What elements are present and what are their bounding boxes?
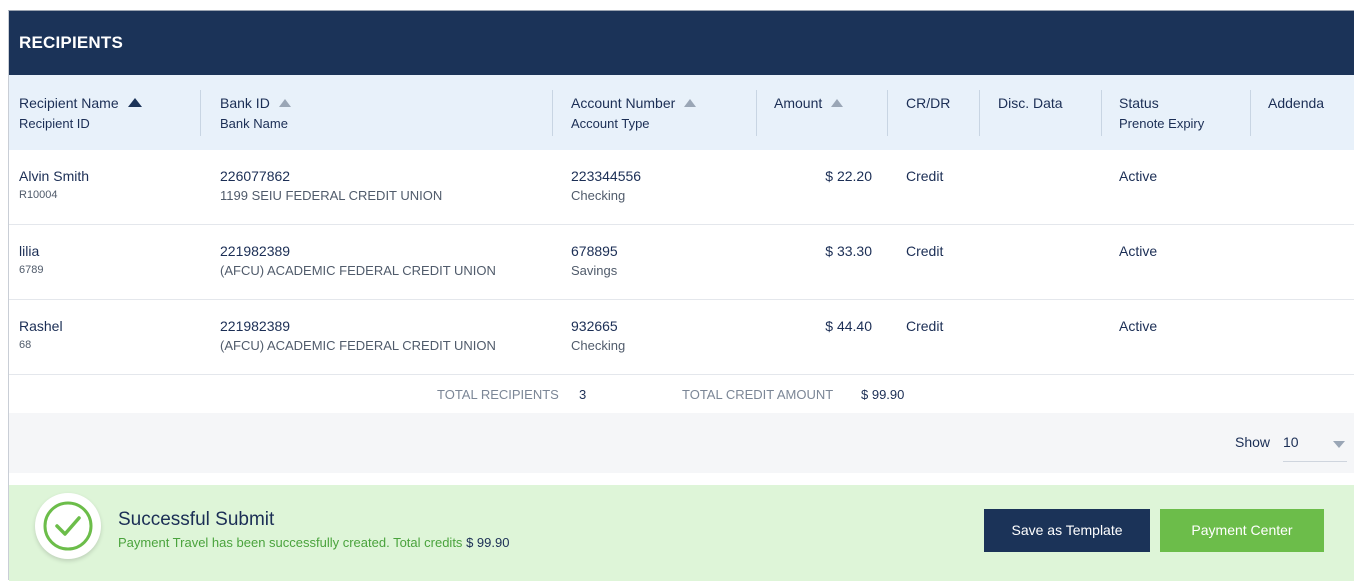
amount: $ 22.20 <box>825 168 872 184</box>
success-title: Successful Submit <box>118 509 275 530</box>
col-account-sub: Account Type <box>571 116 650 131</box>
account-type: Checking <box>571 188 626 203</box>
col-status-label: Status <box>1119 95 1159 111</box>
column-divider <box>1250 90 1251 136</box>
recipient-name[interactable]: Alvin Smith <box>19 168 89 184</box>
status: Active <box>1119 168 1158 184</box>
status: Active <box>1119 243 1158 259</box>
crdr: Credit <box>906 243 944 259</box>
account-type: Checking <box>571 338 626 353</box>
save-as-template-button[interactable]: Save as Template <box>984 509 1150 552</box>
recipient-name[interactable]: Rashel <box>19 318 63 334</box>
bank-name: (AFCU) ACADEMIC FEDERAL CREDIT UNION <box>220 263 496 278</box>
column-divider <box>979 90 980 136</box>
bank-id: 221982389 <box>220 243 291 259</box>
amount: $ 33.30 <box>825 243 872 259</box>
show-label: Show <box>1235 434 1271 450</box>
col-bank-label: Bank ID <box>220 95 270 111</box>
col-addenda-label: Addenda <box>1268 95 1325 111</box>
col-bank-sub: Bank Name <box>220 116 288 131</box>
bank-id: 221982389 <box>220 318 291 334</box>
recipient-id: 6789 <box>19 264 44 276</box>
col-recipient-sub: Recipient ID <box>19 116 90 131</box>
check-circle-icon <box>35 493 101 559</box>
column-divider <box>552 90 553 136</box>
sort-icon[interactable] <box>831 99 844 107</box>
amount: $ 44.40 <box>825 318 872 334</box>
account-number: 678895 <box>571 243 618 259</box>
col-recipient-label: Recipient Name <box>19 95 119 111</box>
account-number: 223344556 <box>571 168 642 184</box>
recipient-id: R10004 <box>19 189 58 201</box>
chevron-down-icon <box>1333 441 1345 448</box>
column-divider <box>200 90 201 136</box>
page-size-select[interactable]: 10 <box>1283 425 1347 462</box>
table-header: Recipient Name Recipient ID Bank ID Bank… <box>9 75 1354 150</box>
success-banner: Successful Submit Payment Travel has bee… <box>9 485 1354 581</box>
sort-icon[interactable] <box>278 99 291 107</box>
status: Active <box>1119 318 1158 334</box>
sort-asc-icon[interactable] <box>127 98 142 107</box>
table-row[interactable]: Rashel 68 221982389 (AFCU) ACADEMIC FEDERA… <box>9 300 1354 375</box>
recipient-id: 68 <box>19 339 32 351</box>
column-divider <box>1101 90 1102 136</box>
table-row[interactable]: Alvin Smith R10004 226077862 1199 SEIU FED… <box>9 150 1354 225</box>
crdr: Credit <box>906 168 944 184</box>
table-row[interactable]: lilia 6789 221982389 (AFCU) ACADEMIC FEDER… <box>9 225 1354 300</box>
totals-bar: TOTAL RECIPIENTS 3 TOTAL CREDIT AMOUNT $… <box>9 375 1354 413</box>
bank-name: (AFCU) ACADEMIC FEDERAL CREDIT UNION <box>220 338 496 353</box>
success-message-text: Payment Travel has been successfully cre… <box>118 535 463 550</box>
total-recipients-value: 3 <box>579 387 587 402</box>
recipients-panel: RECIPIENTS Recipient Name Recipient ID B… <box>8 10 1354 581</box>
panel-header: RECIPIENTS <box>9 11 1354 75</box>
column-divider <box>887 90 888 136</box>
sort-icon[interactable] <box>684 99 697 107</box>
crdr: Credit <box>906 318 944 334</box>
pagination-bar: Show 10 <box>9 413 1354 473</box>
col-amount-label: Amount <box>774 95 823 111</box>
success-message: Payment Travel has been successfully cre… <box>118 535 509 550</box>
col-crdr-label: CR/DR <box>906 95 951 111</box>
col-account-label: Account Number <box>571 95 676 111</box>
bank-name: 1199 SEIU FEDERAL CREDIT UNION <box>220 188 443 203</box>
payment-center-button[interactable]: Payment Center <box>1160 509 1324 552</box>
account-type: Savings <box>571 263 618 278</box>
total-credit-value: $ 99.90 <box>861 387 905 402</box>
col-disc-label: Disc. Data <box>998 95 1063 111</box>
bank-id: 226077862 <box>220 168 291 184</box>
total-recipients-label: TOTAL RECIPIENTS <box>437 387 559 402</box>
page-size-value: 10 <box>1283 434 1299 450</box>
column-divider <box>756 90 757 136</box>
success-amount: $ 99.90 <box>466 535 510 550</box>
account-number: 932665 <box>571 318 618 334</box>
total-credit-label: TOTAL CREDIT AMOUNT <box>682 387 834 402</box>
recipient-name[interactable]: lilia <box>19 243 43 259</box>
panel-title: RECIPIENTS <box>19 33 124 52</box>
col-status-sub: Prenote Expiry <box>1119 116 1205 131</box>
